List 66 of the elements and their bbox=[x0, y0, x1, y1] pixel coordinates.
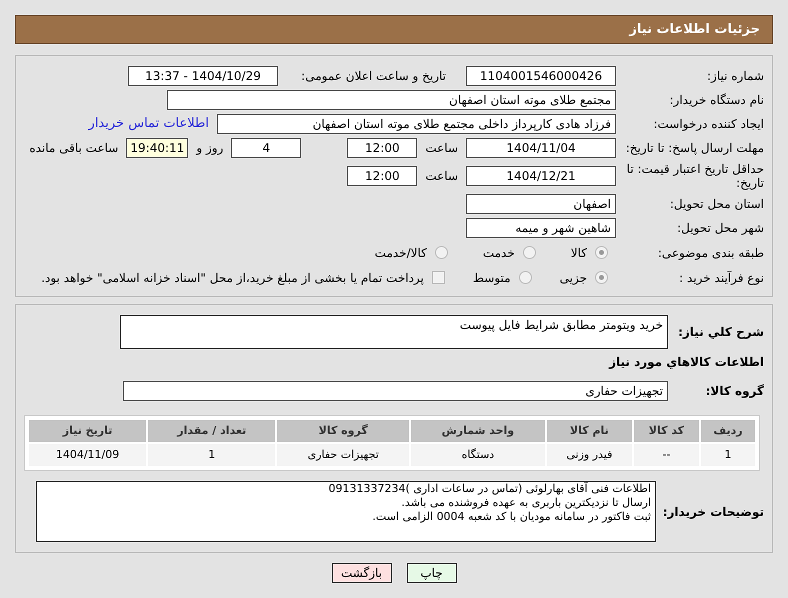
field-label: کالا/خدمت bbox=[374, 244, 427, 262]
column-header: تعداد / مقدار bbox=[148, 420, 276, 442]
section-heading: اطلاعات کالاهاي مورد نياز bbox=[608, 354, 764, 371]
radio-button[interactable] bbox=[595, 246, 608, 259]
field-label: طبقه بندی موضوعی: bbox=[656, 246, 764, 260]
radio-button[interactable] bbox=[518, 271, 532, 284]
field-value: 12:00 bbox=[347, 138, 418, 158]
field-value: فرزاد هادی کارپرداز داخلی مجتمع طلای موته استان اصفهان bbox=[217, 114, 616, 134]
field-label: تاریخ و ساعت اعلان عمومی: bbox=[300, 69, 446, 83]
column-header: نام کالا bbox=[546, 420, 632, 442]
description-textarea[interactable]: خرید ویتومتر مطابق شرایط فایل پیوست bbox=[120, 315, 668, 349]
field-label: نوع فرآیند خرید : bbox=[678, 270, 764, 284]
note-line: ارسال تا نزدیکترین باربری به عهده فروشنده می باشد. bbox=[400, 496, 651, 510]
field-label: حداقل تاریخ اعتبار قیمت: تا تاریخ: bbox=[626, 162, 764, 190]
contact-link[interactable]: اطلاعات تماس خریدار bbox=[88, 114, 209, 134]
field-label: پرداخت تمام یا بخشی از مبلغ خرید،از محل "اسناد خزانه اسلامی" خواهد بود. bbox=[41, 270, 424, 286]
field-value: 1404/10/29 - 13:37 bbox=[128, 66, 278, 86]
field-label: شماره نیاز: bbox=[706, 69, 764, 83]
field-label: ایجاد کننده درخواست: bbox=[652, 117, 764, 131]
field-label: متوسط bbox=[472, 270, 511, 286]
table-cell: فیدر وزنی bbox=[546, 444, 632, 466]
radio-button[interactable] bbox=[522, 246, 536, 259]
field-label: کالا bbox=[570, 244, 587, 262]
column-header: ردیف bbox=[701, 420, 755, 442]
field-value: 4 bbox=[231, 138, 302, 158]
field-label: استان محل تحویل: bbox=[668, 197, 764, 211]
field-label: جزیی bbox=[560, 270, 587, 286]
table-cell: 1 bbox=[148, 444, 276, 466]
field-label: ساعت bbox=[425, 140, 458, 157]
field-value: شاهین شهر و میمه bbox=[466, 218, 616, 238]
column-header: کد کالا bbox=[634, 420, 700, 442]
field-value: 1104001546000426 bbox=[466, 66, 616, 86]
field-value: اصفهان bbox=[466, 194, 616, 214]
column-header: واحد شمارش bbox=[410, 420, 545, 442]
radio-button[interactable] bbox=[434, 246, 448, 259]
field-label: شهر محل تحویل: bbox=[676, 221, 764, 235]
field-value: 19:40:11 bbox=[126, 138, 188, 158]
field-label: مهلت ارسال پاسخ: تا تاریخ: bbox=[624, 141, 764, 155]
radio-button[interactable] bbox=[595, 271, 608, 284]
field-value: مجتمع طلای موته استان اصفهان bbox=[167, 90, 616, 110]
table-cell: 1 bbox=[701, 444, 755, 466]
field-label: روز و bbox=[196, 140, 224, 157]
field-value: 12:00 bbox=[347, 166, 418, 186]
field-value: تجهیزات حفاری bbox=[123, 381, 668, 401]
field-label: نام دستگاه خریدار: bbox=[668, 93, 764, 107]
field-label: خدمت bbox=[482, 244, 515, 262]
field-label: توضیحات خریدار: bbox=[664, 504, 764, 521]
notes-textarea[interactable]: اطلاعات فنی آقای بهارلوئی (تماس در ساعات اداری )09131337234 ارسال تا نزدیکترین باربری به عهده فروشنده می باشد. ثبت فاکتور در سامانه مودیان با کد شعبه 0004 الزامی است. bbox=[36, 481, 656, 542]
table-cell: -- bbox=[634, 444, 700, 466]
column-header: تاریخ نیاز bbox=[29, 420, 146, 442]
checkbox[interactable] bbox=[432, 271, 445, 284]
field-label: ساعت bbox=[425, 168, 458, 185]
table-cell: 1404/11/09 bbox=[29, 444, 146, 466]
note-line: اطلاعات فنی آقای بهارلوئی (تماس در ساعات اداری )09131337234 bbox=[328, 482, 651, 496]
back-button[interactable]: بازگشت bbox=[332, 563, 392, 583]
field-value: 1404/12/21 bbox=[466, 166, 616, 186]
header-title: جزئیات اطلاعات نیاز bbox=[629, 20, 760, 39]
print-button[interactable]: چاپ bbox=[406, 563, 456, 583]
table-cell: دستگاه bbox=[410, 444, 545, 466]
field-value: 1404/11/04 bbox=[466, 138, 616, 158]
table-cell: تجهیزات حفاری bbox=[277, 444, 409, 466]
column-header: گروه کالا bbox=[277, 420, 409, 442]
note-line: ثبت فاکتور در سامانه مودیان با کد شعبه 0004 الزامی است. bbox=[371, 510, 651, 524]
field-label: ساعت باقی مانده bbox=[29, 140, 118, 157]
field-label: گروه کالا: bbox=[704, 383, 764, 400]
field-label: شرح کلي نياز: bbox=[677, 324, 764, 341]
